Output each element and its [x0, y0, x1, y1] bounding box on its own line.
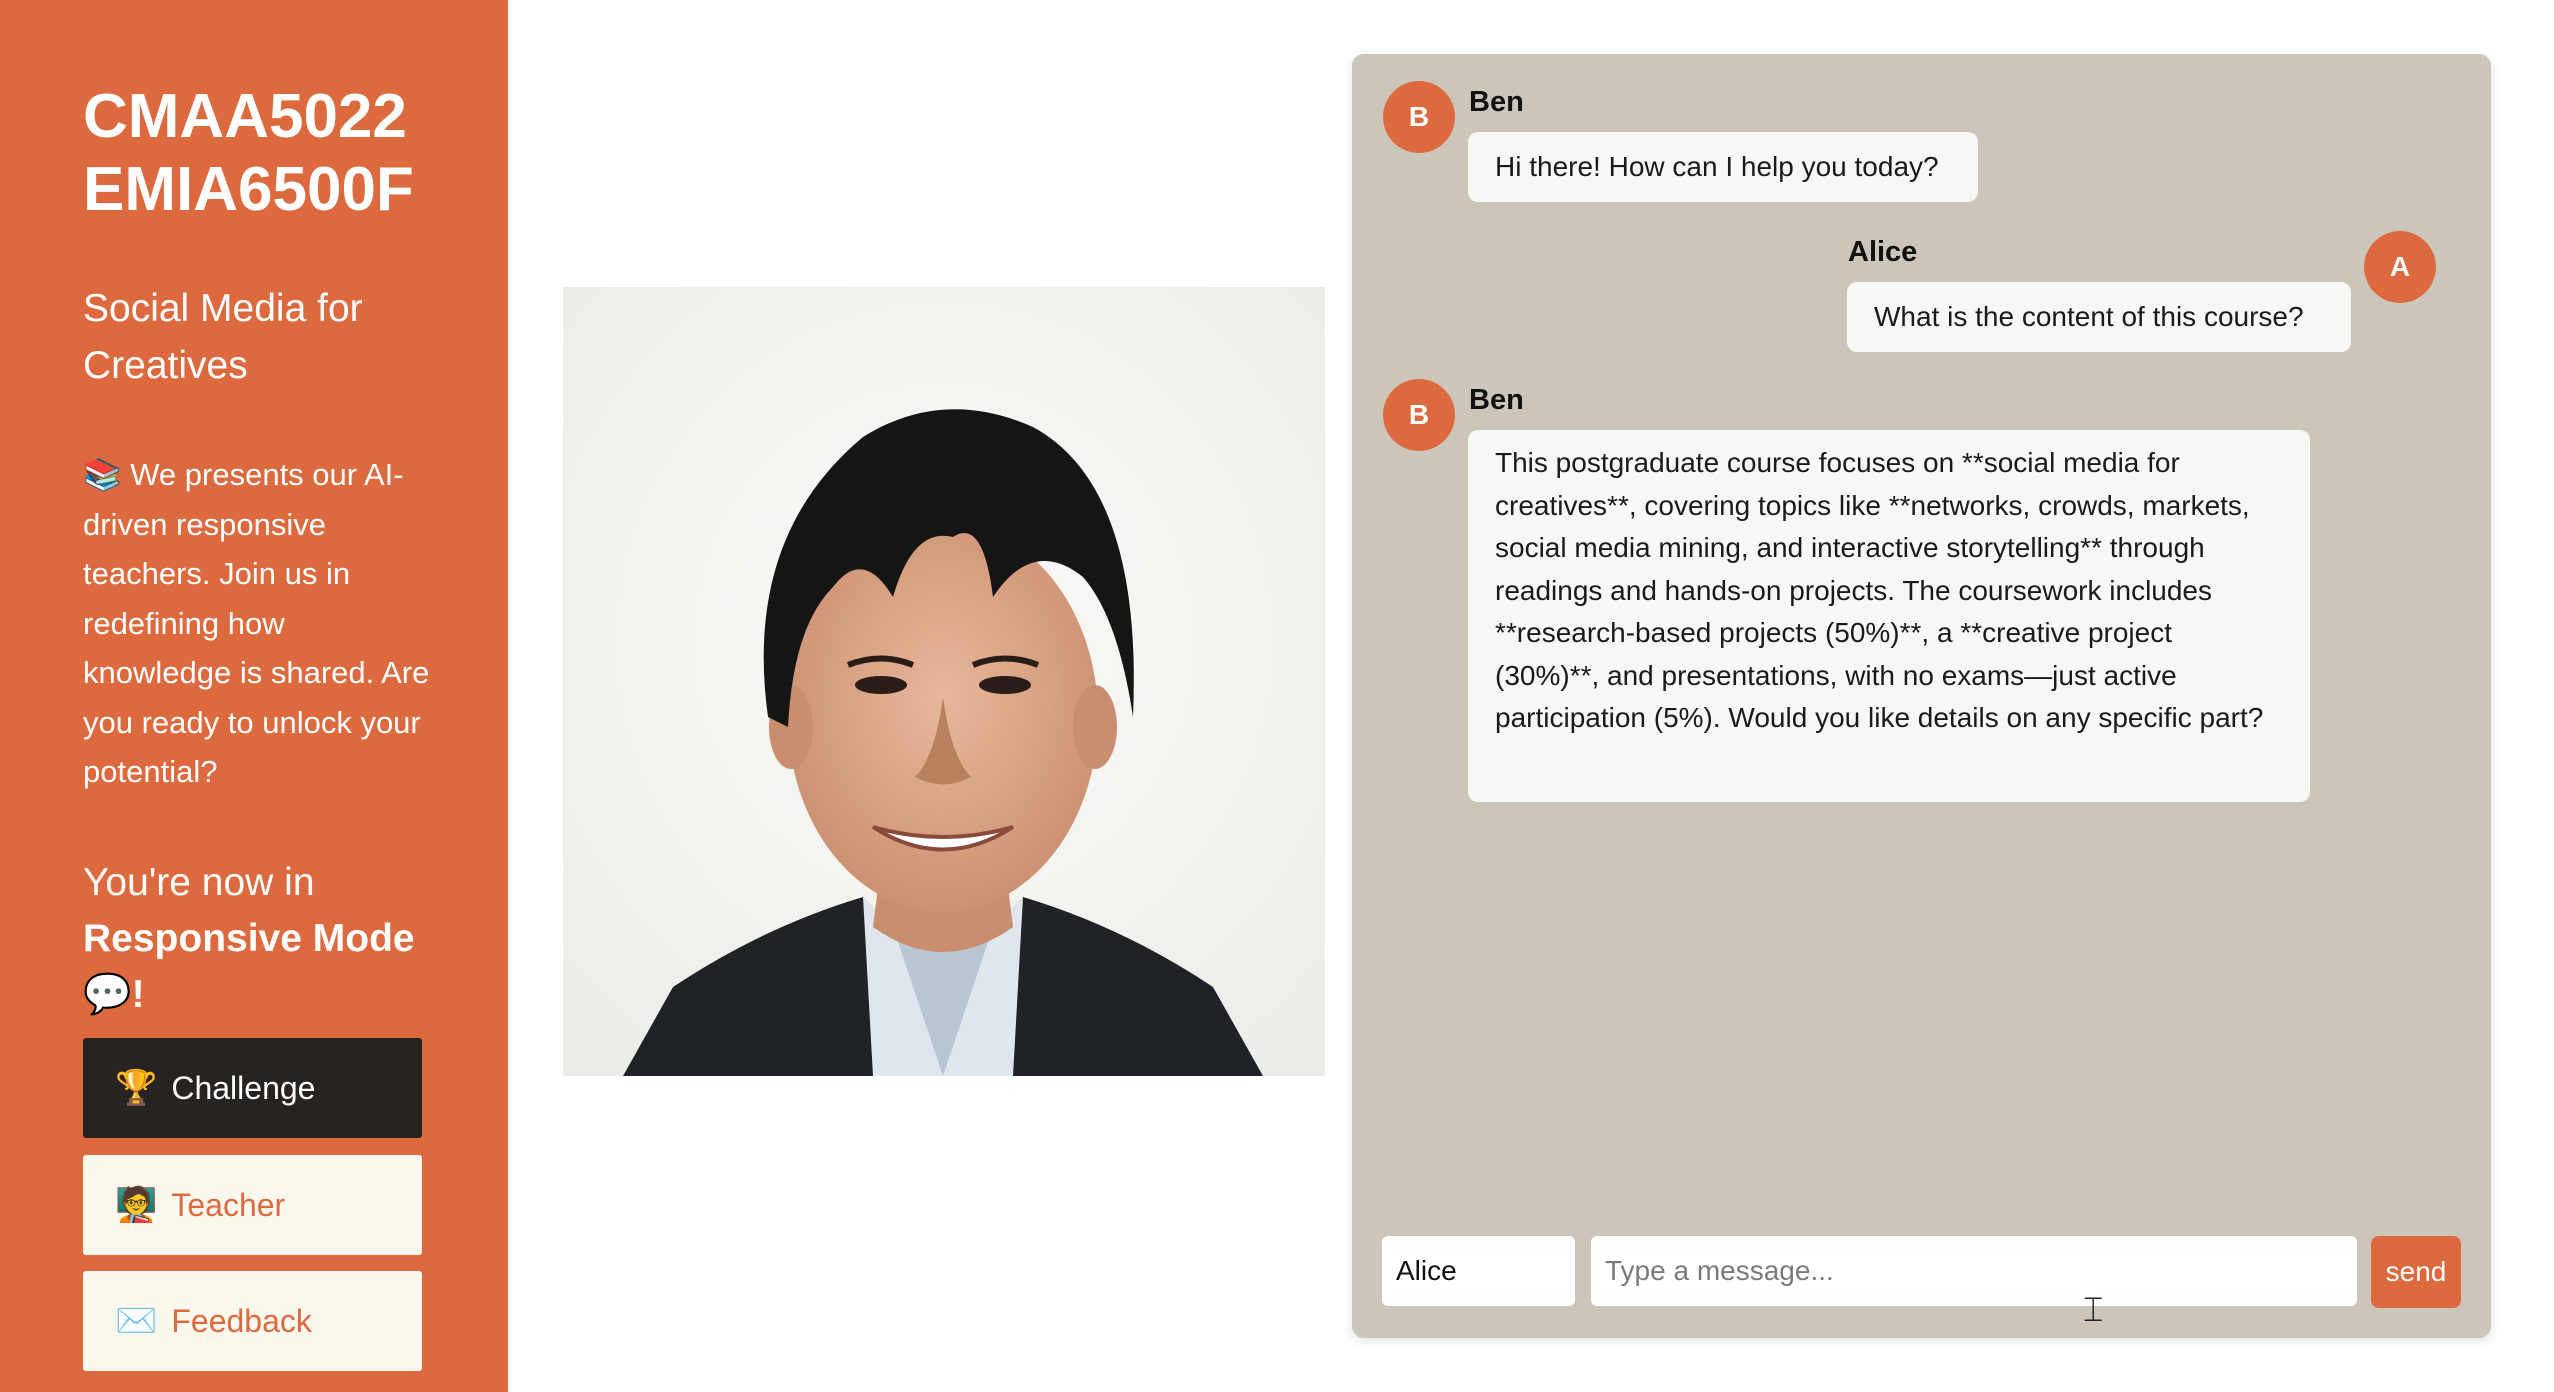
books-icon: 📚: [83, 457, 122, 492]
avatar: B: [1383, 81, 1455, 153]
chat-panel: B Ben Hi there! How can I help you today…: [1352, 54, 2491, 1338]
challenge-button[interactable]: 🏆 Challenge: [83, 1038, 422, 1138]
mode-suffix: !: [131, 973, 145, 1016]
intro-text: We presents our AI-driven responsive tea…: [83, 457, 430, 789]
teacher-avatar-video: [563, 287, 1325, 1076]
challenge-label: Challenge: [171, 1069, 316, 1106]
avatar: A: [2364, 231, 2436, 303]
text-cursor-icon: ⌶: [2083, 1290, 2104, 1330]
intro-paragraph: 📚 We presents our AI-driven responsive t…: [83, 450, 433, 797]
message-bubble: What is the content of this course?: [1847, 282, 2351, 352]
sender-name: Ben: [1469, 86, 1524, 118]
mode-indicator: You're now in Responsive Mode 💬!: [83, 855, 443, 1023]
message-input[interactable]: [1591, 1236, 2357, 1306]
teacher-label: Teacher: [171, 1186, 286, 1223]
teacher-button[interactable]: 🧑‍🏫 Teacher: [83, 1155, 422, 1255]
sender-name: Ben: [1469, 384, 1524, 416]
mode-prefix: You're now in: [83, 861, 315, 904]
mode-name: Responsive Mode: [83, 917, 415, 960]
teacher-portrait-image: [563, 287, 1325, 1076]
avatar: B: [1383, 379, 1455, 451]
course-code-secondary: EMIA6500F: [83, 155, 414, 224]
sidebar: CMAA5022 EMIA6500F Social Media for Crea…: [0, 0, 508, 1392]
feedback-label: Feedback: [171, 1302, 312, 1339]
speech-bubble-icon: 💬: [83, 973, 132, 1016]
message-bubble: Hi there! How can I help you today?: [1468, 132, 1978, 202]
sender-name-input[interactable]: [1382, 1236, 1575, 1306]
course-codes: CMAA5022 EMIA6500F: [83, 80, 414, 226]
course-title: Social Media for Creatives: [83, 287, 363, 387]
envelope-icon: ✉️: [115, 1302, 158, 1340]
send-button[interactable]: send: [2371, 1236, 2461, 1308]
feedback-button[interactable]: ✉️ Feedback: [83, 1271, 422, 1371]
course-code-primary: CMAA5022: [83, 82, 407, 151]
sender-name: Alice: [1848, 236, 1918, 268]
trophy-icon: 🏆: [115, 1069, 158, 1107]
chat-input-row: send: [1382, 1236, 2461, 1308]
teacher-icon: 🧑‍🏫: [115, 1186, 158, 1224]
message-bubble: This postgraduate course focuses on **so…: [1468, 430, 2310, 802]
